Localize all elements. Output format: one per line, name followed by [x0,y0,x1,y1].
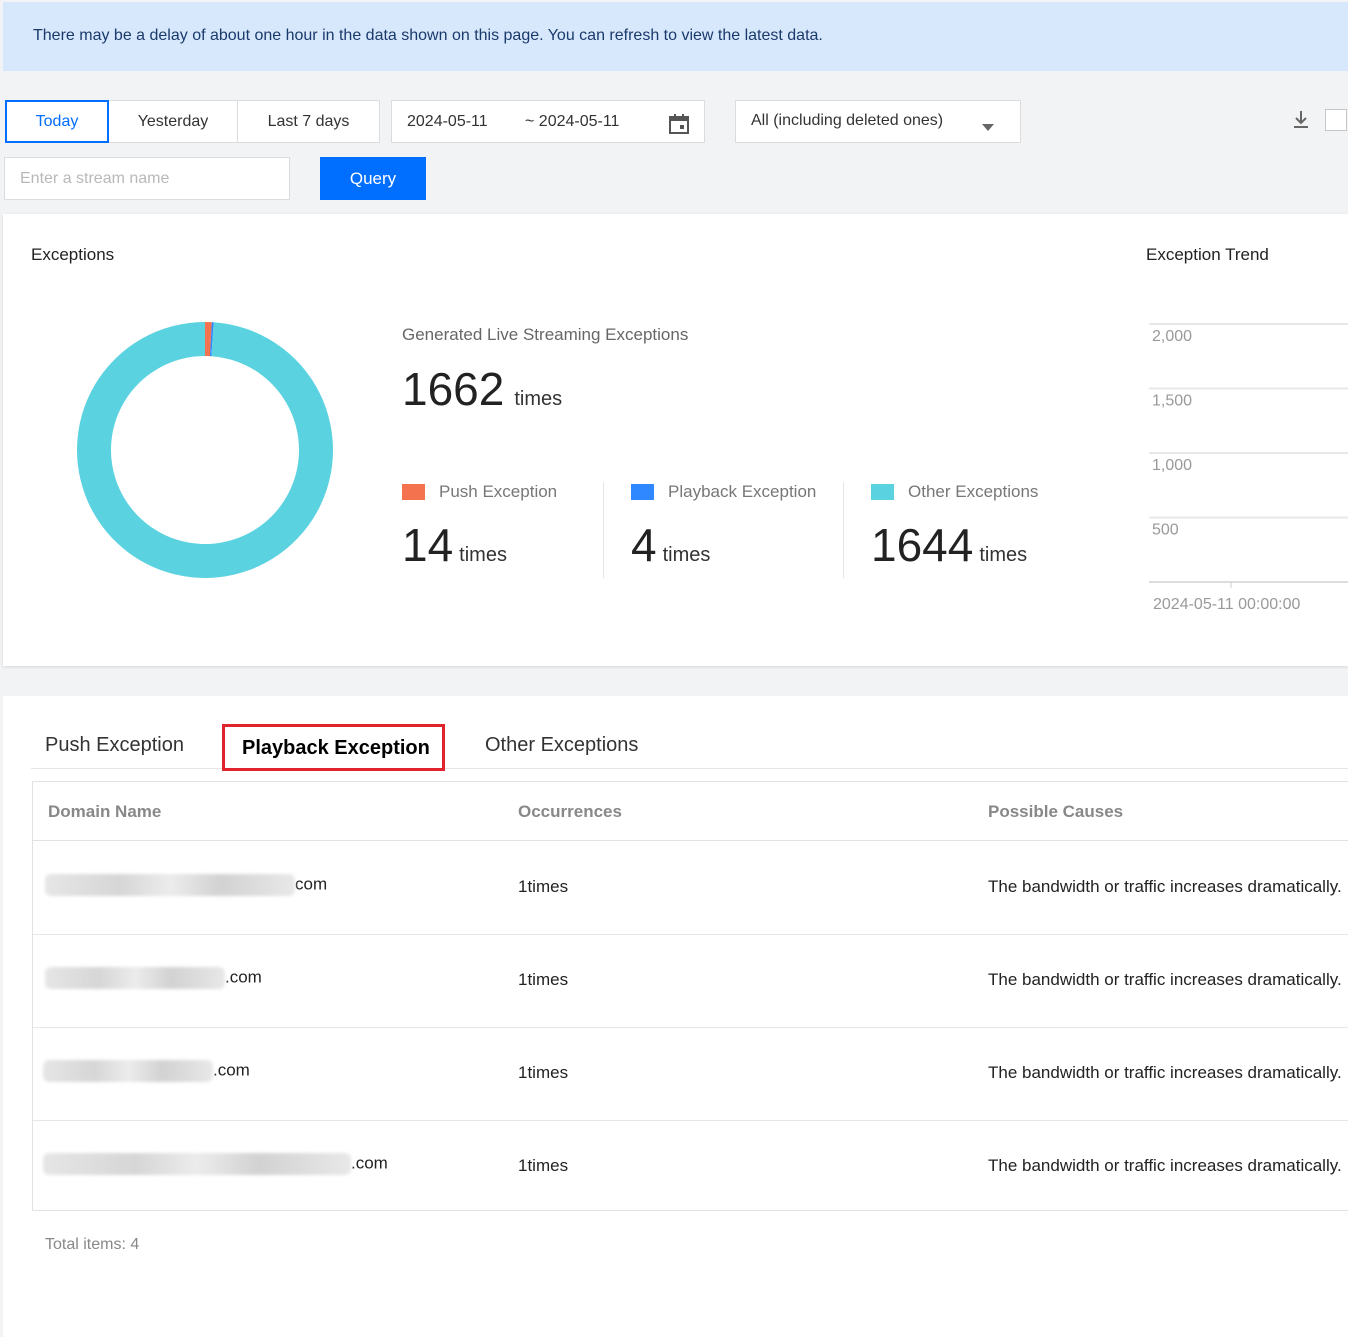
possible-cause-cell: The bandwidth or traffic increases drama… [988,1063,1342,1082]
table-row: com 1times The bandwidth or traffic incr… [33,841,1348,935]
delay-notice-text: There may be a delay of about one hour i… [33,27,823,44]
other-exceptions-unit: times [979,544,1028,566]
exceptions-donut-chart [76,322,333,578]
occurrences-cell: 1times [518,1063,569,1082]
playback-exception-label: Playback Exception [668,482,817,501]
possible-cause-cell: The bandwidth or traffic increases drama… [988,970,1342,989]
total-exceptions-unit: times [514,388,563,410]
exceptions-card: Exceptions Generated Live Streaming Exce… [3,214,1348,666]
occurrences-cell: 1times [518,1156,569,1175]
chevron-down-icon [982,119,994,137]
column-possible-causes: Possible Causes [988,802,1124,821]
range-yesterday-button[interactable]: Yesterday [108,100,238,143]
redacted-domain [45,874,295,896]
push-exception-swatch [402,484,425,500]
push-exception-unit: times [459,544,507,566]
domain-select-value: All (including deleted ones) [751,112,944,129]
trend-y-tick-label: 500 [1152,522,1179,539]
exception-table: Domain Name Occurrences Possible Causes … [32,781,1348,1211]
tab-other-exceptions[interactable]: Other Exceptions [485,734,638,757]
tab-push-exception[interactable]: Push Exception [45,734,184,757]
other-exceptions-stat: Other Exceptions 1644 times [871,482,1038,572]
domain-name-cell: .com [43,1060,250,1082]
playback-exception-stat: Playback Exception 4 times [631,482,816,572]
occurrences-cell: 1times [518,877,569,896]
end-date: ~ 2024-05-11 [525,113,620,130]
stat-divider [843,482,844,578]
domain-name-cell: com [45,874,327,896]
generated-exceptions-label: Generated Live Streaming Exceptions [402,325,689,344]
occurrences-cell: 1times [518,970,569,989]
table-row: .com 1times The bandwidth or traffic inc… [33,1120,1348,1213]
column-domain-name: Domain Name [48,802,162,821]
exception-trend-chart: 2,000 1,500 1,000 500 2024-05-11 00:00:00 [1149,323,1348,613]
domain-select[interactable]: All (including deleted ones) [735,100,1021,143]
settings-checkbox[interactable] [1325,109,1347,131]
playback-exception-value: 4 [631,519,657,571]
trend-y-tick-label: 1,500 [1152,393,1192,410]
tab-playback-exception[interactable]: Playback Exception [222,724,445,771]
exception-trend-title: Exception Trend [1146,245,1269,264]
stat-divider [603,482,604,578]
other-exceptions-swatch [871,484,894,500]
push-exception-label: Push Exception [439,482,558,501]
range-today-button[interactable]: Today [5,100,109,143]
donut-slice-other-exceptions[interactable] [76,322,333,578]
playback-exception-swatch [631,484,654,500]
query-button[interactable]: Query [320,157,426,200]
total-items-label: Total items: 4 [45,1236,140,1253]
exceptions-title: Exceptions [31,245,115,264]
total-exceptions-value: 1662 [402,363,505,415]
possible-cause-cell: The bandwidth or traffic increases drama… [988,1156,1342,1175]
download-icon[interactable] [1292,110,1310,135]
redacted-domain [43,1153,351,1175]
other-exceptions-value: 1644 [871,519,974,571]
table-row: .com 1times The bandwidth or traffic inc… [33,1027,1348,1121]
domain-suffix: .com [351,1153,388,1173]
date-range-picker[interactable]: 2024-05-11 ~ 2024-05-11 [391,100,705,143]
domain-name-cell: .com [45,967,262,989]
possible-cause-cell: The bandwidth or traffic increases drama… [988,877,1342,896]
push-exception-stat: Push Exception 14 times [402,482,557,572]
table-header: Domain Name Occurrences Possible Causes [33,782,1348,841]
total-exceptions: 1662 times [402,362,562,416]
other-exceptions-label: Other Exceptions [908,482,1039,501]
domain-suffix: .com [225,967,262,987]
table-row: .com 1times The bandwidth or traffic inc… [33,934,1348,1028]
range-last7days-button[interactable]: Last 7 days [237,100,380,143]
stream-name-input[interactable] [4,157,290,200]
start-date: 2024-05-11 [407,113,488,130]
push-exception-value: 14 [402,519,454,571]
redacted-domain [43,1060,213,1082]
exception-detail-card: Push Exception Playback Exception Other … [3,696,1348,1337]
trend-y-tick-label: 2,000 [1152,328,1192,345]
trend-y-tick-label: 1,000 [1152,457,1192,474]
trend-x-tick-label: 2024-05-11 00:00:00 [1153,596,1300,613]
domain-suffix: com [295,874,328,894]
playback-exception-unit: times [662,544,711,566]
redacted-domain [45,967,225,989]
domain-suffix: .com [213,1060,250,1080]
delay-notice-banner: There may be a delay of about one hour i… [3,2,1348,71]
domain-name-cell: .com [43,1153,388,1175]
calendar-icon[interactable] [668,113,690,140]
exception-tabs: Push Exception Playback Exception Other … [31,722,1348,771]
column-occurrences: Occurrences [518,802,622,821]
date-range-segment: Today Yesterday Last 7 days [5,100,380,143]
